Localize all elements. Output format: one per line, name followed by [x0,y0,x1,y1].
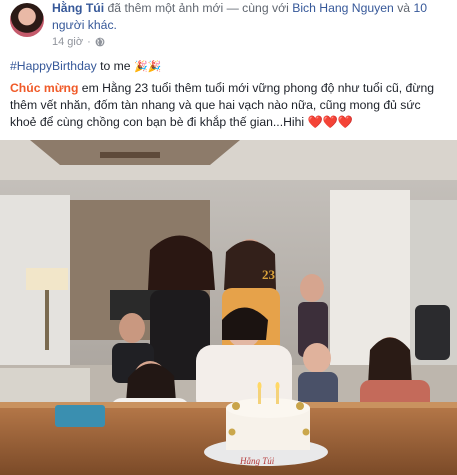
and-text: và [393,1,414,15]
tagged-person-link[interactable]: Bich Hang Nguyen [292,1,394,15]
post-body: #HappyBirthday to me 🎉🎉 Chúc mừng em Hằn… [10,58,450,135]
meta-separator: · [87,36,91,48]
post-header-text: Hằng Túi đã thêm một ảnh mới — cùng với … [52,0,447,34]
action-text: đã thêm một ảnh mới — cùng với [104,1,293,15]
to-me-text: to me [96,59,131,73]
party-emoji: 🎉🎉 [133,61,162,73]
avatar[interactable] [10,3,44,37]
timestamp[interactable]: 14 giờ [52,36,83,48]
birthday-photo-illustration [0,140,457,475]
highlight-text: Chúc mừng [10,81,79,95]
hearts-emoji: ❤️❤️❤️ [307,115,353,129]
post-photo[interactable]: 23 Hằng Túi [0,140,457,475]
post-meta: 14 giờ · [52,36,105,48]
hashtag-line: #HappyBirthday to me 🎉🎉 [10,58,450,76]
cake-number: 23 [262,267,275,282]
cake-text: Hằng Túi [240,456,275,466]
post-header: Hằng Túi đã thêm một ảnh mới — cùng với … [0,0,457,52]
hashtag-link[interactable]: #HappyBirthday [10,59,97,73]
message-paragraph: Chúc mừng em Hằng 23 tuổi thêm tuổi mới … [10,80,450,131]
globe-icon [95,37,105,47]
author-link[interactable]: Hằng Túi [52,1,104,15]
